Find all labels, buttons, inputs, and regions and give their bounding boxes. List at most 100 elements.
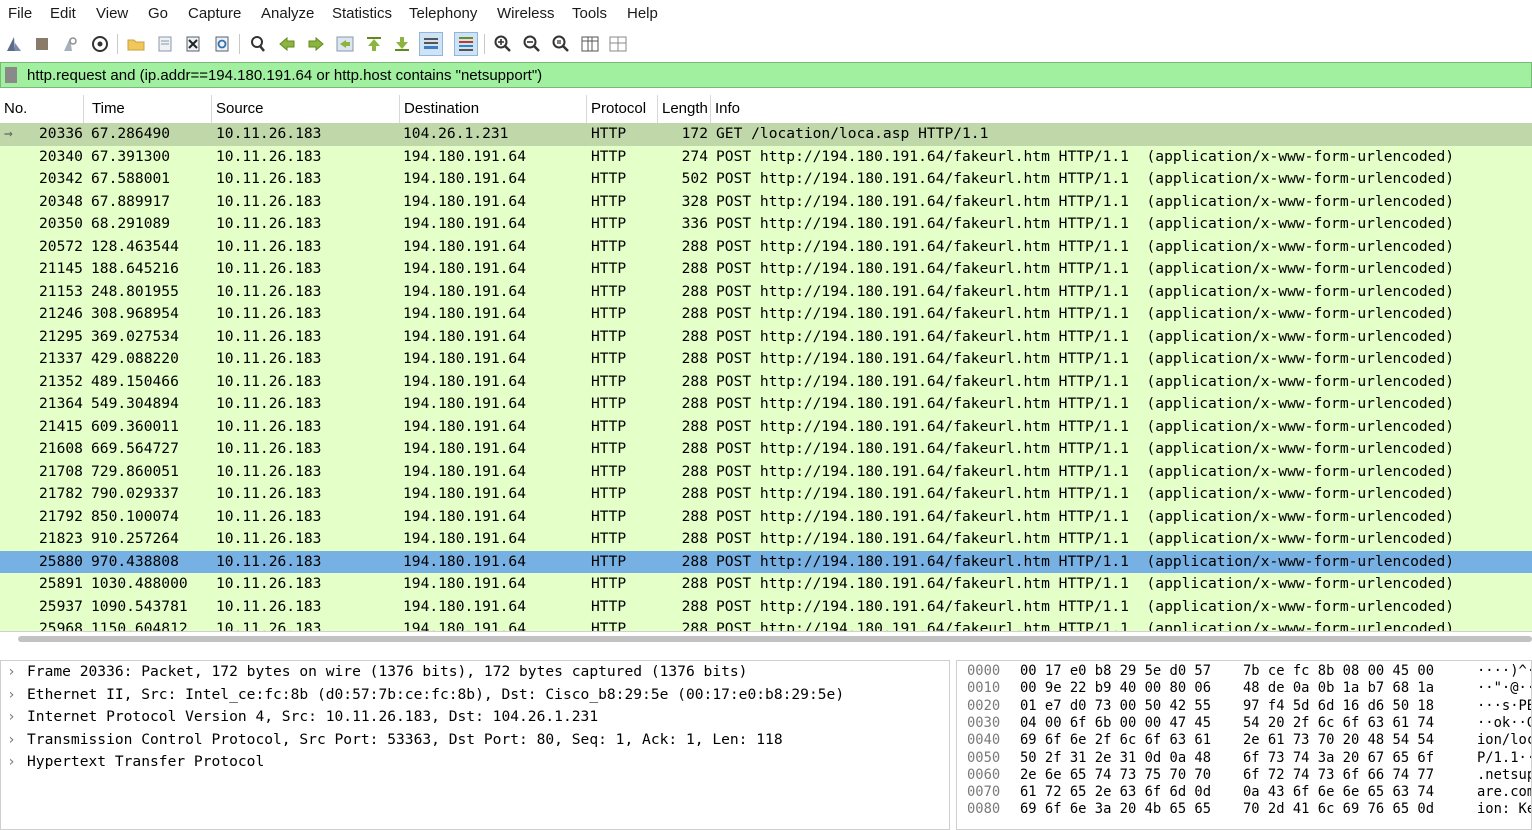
packet-row[interactable]: 21246 308.968954 10.11.26.183 194.180.191.6…	[0, 303, 1532, 326]
hex-off[interactable]: 0020	[967, 698, 1000, 715]
hex-off[interactable]: 0030	[967, 715, 1000, 732]
colorize-icon[interactable]	[454, 32, 478, 56]
packet-row[interactable]: 20336 67.286490 10.11.26.183 104.26.1.231 HT…	[0, 123, 1532, 146]
packet-row[interactable]: 25937 1090.543781 10.11.26.183 194.180.191.…	[0, 595, 1532, 618]
hex-hex2[interactable]: 7b ce fc 8b 08 00 45 00	[1243, 663, 1434, 680]
restart-capture-icon[interactable]	[58, 32, 82, 56]
column-time[interactable]: Time	[88, 95, 212, 123]
menu-telephony[interactable]: Telephony	[409, 5, 477, 22]
hex-asc[interactable]: ion: Kee	[1477, 801, 1531, 818]
resize-columns-icon[interactable]	[578, 32, 602, 56]
hex-hex1[interactable]: 00 9e 22 b9 40 00 80 06	[1020, 680, 1211, 697]
go-forward-icon[interactable]	[304, 32, 328, 56]
hex-hex1[interactable]: 01 e7 d0 73 00 50 42 55	[1020, 698, 1211, 715]
hex-off[interactable]: 0050	[967, 750, 1000, 767]
packet-row-selected[interactable]: 25880 970.438808 10.11.26.183 194.180.191.6…	[0, 550, 1532, 573]
reload-file-icon[interactable]	[210, 32, 234, 56]
find-packet-icon[interactable]	[246, 32, 270, 56]
packet-row[interactable]: 21352 489.150466 10.11.26.183 194.180.191.6…	[0, 370, 1532, 393]
menu-statistics[interactable]: Statistics	[332, 5, 392, 22]
packet-row[interactable]: 21364 549.304894 10.11.26.183 194.180.191.6…	[0, 393, 1532, 416]
hex-hex1[interactable]: 69 6f 6e 3a 20 4b 65 65	[1020, 801, 1211, 818]
packet-row[interactable]: 21337 429.088220 10.11.26.183 194.180.191.6…	[0, 348, 1532, 371]
hex-hex2[interactable]: 2e 61 73 70 20 48 54 54	[1243, 732, 1434, 749]
last-packet-icon[interactable]	[390, 32, 414, 56]
packet-row[interactable]: 20340 67.391300 10.11.26.183 194.180.191.64…	[0, 145, 1532, 168]
hex-hex2[interactable]: 54 20 2f 6c 6f 63 61 74	[1243, 715, 1434, 732]
zoom-normal-icon[interactable]	[549, 32, 573, 56]
menu-tools[interactable]: Tools	[572, 5, 607, 22]
hex-off[interactable]: 0040	[967, 732, 1000, 749]
first-packet-icon[interactable]	[362, 32, 386, 56]
column-protocol[interactable]: Protocol	[587, 95, 658, 123]
menu-capture[interactable]: Capture	[188, 5, 241, 22]
menu-wireless[interactable]: Wireless	[497, 5, 555, 22]
hex-hex1[interactable]: 00 17 e0 b8 29 5e d0 57	[1020, 663, 1211, 680]
open-file-icon[interactable]	[124, 32, 148, 56]
scrollbar-thumb[interactable]	[18, 636, 1532, 642]
hex-off[interactable]: 0000	[967, 663, 1000, 680]
capture-options-icon[interactable]	[88, 32, 112, 56]
hex-asc[interactable]: P/1.1··H	[1477, 750, 1531, 767]
chevron-right-icon[interactable]: ›	[7, 706, 27, 729]
chevron-right-icon[interactable]: ›	[7, 751, 27, 774]
packet-row[interactable]: 25968 1150.604812 10.11.26.183 194.180.191.…	[0, 618, 1532, 631]
column-destination[interactable]: Destination	[400, 95, 587, 123]
bookmark-icon[interactable]	[5, 67, 17, 83]
packet-row[interactable]: 25891 1030.488000 10.11.26.183 194.180.191.…	[0, 573, 1532, 596]
menu-analyze[interactable]: Analyze	[261, 5, 314, 22]
hex-off[interactable]: 0010	[967, 680, 1000, 697]
packet-row[interactable]: 21295 369.027534 10.11.26.183 194.180.191.6…	[0, 325, 1532, 348]
stop-capture-icon[interactable]	[30, 32, 54, 56]
hex-off[interactable]: 0080	[967, 801, 1000, 818]
chevron-right-icon[interactable]: ›	[7, 661, 27, 684]
hex-asc[interactable]: ····)^·W	[1477, 663, 1531, 680]
detail-tree-item[interactable]: › Transmission Control Protocol, Src Port…	[7, 729, 783, 752]
packet-row[interactable]: 21145 188.645216 10.11.26.183 194.180.191.6…	[0, 258, 1532, 281]
packet-row[interactable]: 21823 910.257264 10.11.26.183 194.180.191.6…	[0, 528, 1532, 551]
packet-row[interactable]: 21792 850.100074 10.11.26.183 194.180.191.6…	[0, 505, 1532, 528]
hex-off[interactable]: 0060	[967, 767, 1000, 784]
column-length[interactable]: Length	[658, 95, 711, 123]
detail-tree-item[interactable]: › Ethernet II, Src: Intel_ce:fc:8b (d0:57…	[7, 684, 844, 707]
hex-asc[interactable]: are.com·	[1477, 784, 1531, 801]
packet-row[interactable]: 21608 669.564727 10.11.26.183 194.180.191.6…	[0, 438, 1532, 461]
hex-hex1[interactable]: 50 2f 31 2e 31 0d 0a 48	[1020, 750, 1211, 767]
hex-hex1[interactable]: 2e 6e 65 74 73 75 70 70	[1020, 767, 1211, 784]
menu-file[interactable]: File	[8, 5, 32, 22]
packet-list[interactable]: 20336 67.286490 10.11.26.183 104.26.1.231 HT…	[0, 123, 1532, 631]
chevron-right-icon[interactable]: ›	[7, 729, 27, 752]
column-no[interactable]: No.	[0, 95, 84, 123]
hex-hex2[interactable]: 48 de 0a 0b 1a b7 68 1a	[1243, 680, 1434, 697]
zoom-out-icon[interactable]	[520, 32, 544, 56]
hex-off[interactable]: 0070	[967, 784, 1000, 801]
detail-tree-item[interactable]: › Frame 20336: Packet, 172 bytes on wire …	[7, 661, 747, 684]
hex-hex2[interactable]: 6f 73 74 3a 20 67 65 6f	[1243, 750, 1434, 767]
hex-hex2[interactable]: 70 2d 41 6c 69 76 65 0d	[1243, 801, 1434, 818]
menu-go[interactable]: Go	[148, 5, 168, 22]
menu-help[interactable]: Help	[627, 5, 658, 22]
hex-hex2[interactable]: 97 f4 5d 6d 16 d6 50 18	[1243, 698, 1434, 715]
display-filter-input[interactable]	[25, 64, 1529, 86]
packet-row[interactable]: 20348 67.889917 10.11.26.183 194.180.191.64…	[0, 190, 1532, 213]
menu-edit[interactable]: Edit	[50, 5, 76, 22]
go-back-icon[interactable]	[275, 32, 299, 56]
zoom-in-icon[interactable]	[491, 32, 515, 56]
packet-row[interactable]: 21153 248.801955 10.11.26.183 194.180.191.6…	[0, 280, 1532, 303]
hex-asc[interactable]: ···s·PBU	[1477, 698, 1531, 715]
hex-hex1[interactable]: 04 00 6f 6b 00 00 47 45	[1020, 715, 1211, 732]
expand-subtrees-icon[interactable]	[606, 32, 630, 56]
save-file-icon[interactable]	[153, 32, 177, 56]
column-source[interactable]: Source	[212, 95, 400, 123]
detail-tree-item[interactable]: › Hypertext Transfer Protocol	[7, 751, 264, 774]
chevron-right-icon[interactable]: ›	[7, 684, 27, 707]
packet-list-horizontal-scrollbar[interactable]	[0, 631, 1532, 646]
hex-asc[interactable]: .netsupp	[1477, 767, 1531, 784]
hex-asc[interactable]: ion/loca	[1477, 732, 1531, 749]
hex-asc[interactable]: ··ok··GE	[1477, 715, 1531, 732]
auto-scroll-icon[interactable]	[419, 32, 443, 56]
packet-row[interactable]: 20342 67.588001 10.11.26.183 194.180.191.64…	[0, 168, 1532, 191]
packet-details-pane[interactable]: › Frame 20336: Packet, 172 bytes on wire …	[0, 660, 950, 830]
hex-hex1[interactable]: 69 6f 6e 2f 6c 6f 63 61	[1020, 732, 1211, 749]
packet-row[interactable]: 20350 68.291089 10.11.26.183 194.180.191.64…	[0, 213, 1532, 236]
